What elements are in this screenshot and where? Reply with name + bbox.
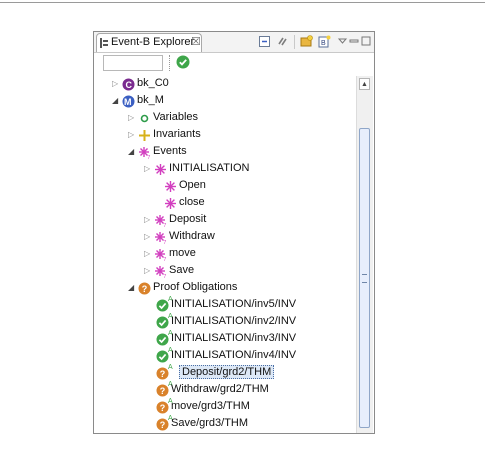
expand-arrow-icon[interactable]: ▷	[128, 113, 134, 122]
svg-text:7: 7	[164, 257, 167, 261]
collapse-arrow-icon[interactable]: ◢	[112, 96, 118, 105]
svg-text:?: ?	[142, 284, 148, 294]
view-titlebar: Event-B Explorer ☒ B	[94, 32, 374, 53]
close-icon[interactable]: ☒	[191, 35, 201, 48]
tree-item-label: Withdraw	[169, 230, 215, 242]
tree-item-label: bk_C0	[137, 77, 169, 89]
event-b-explorer-view: Event-B Explorer ☒ B ▷ C bk_C0 ◢ M bk_M …	[93, 31, 375, 434]
vertical-scrollbar[interactable]: ▲	[356, 76, 373, 433]
svg-text:?: ?	[160, 403, 166, 413]
tree-item-label: Open	[179, 179, 206, 191]
tree-item-label: INITIALISATION/inv3/INV	[171, 332, 297, 344]
tree-item-label: Save	[169, 264, 195, 276]
filter-separator	[169, 55, 170, 71]
scrollbar-grip	[362, 274, 367, 283]
event-icon: 7	[155, 232, 167, 244]
context-icon: C	[122, 78, 135, 91]
check-icon[interactable]	[176, 55, 190, 69]
svg-text:C: C	[126, 80, 133, 90]
expand-arrow-icon[interactable]: ▷	[144, 249, 150, 258]
filter-bar	[94, 53, 374, 74]
expand-arrow-icon[interactable]: ▷	[144, 266, 150, 275]
event-icon	[165, 181, 176, 192]
event-icon	[155, 164, 166, 175]
events-icon: 7	[139, 147, 151, 159]
tree-item-label: Deposit	[169, 213, 207, 225]
event-icon	[165, 198, 176, 209]
collapse-arrow-icon[interactable]: ◢	[128, 283, 134, 292]
tab-event-b-explorer[interactable]: Event-B Explorer ☒	[96, 33, 202, 52]
collapse-all-icon[interactable]	[258, 35, 271, 48]
tree-item-label: Events	[153, 145, 187, 157]
tree-item-label: Variables	[153, 111, 199, 123]
proof-obligations-icon: ?	[138, 282, 151, 295]
filter-input[interactable]	[103, 55, 163, 71]
new-project-icon[interactable]	[300, 35, 313, 48]
expand-arrow-icon[interactable]: ▷	[112, 79, 118, 88]
event-icon: 7	[155, 215, 167, 227]
tree-item-label: Withdraw/grd2/THM	[171, 383, 269, 395]
auto-marker: A	[168, 364, 173, 371]
tree-item-label: bk_M	[137, 94, 164, 106]
event-b-explorer-icon	[100, 38, 108, 48]
scroll-up-icon[interactable]: ▲	[359, 78, 370, 90]
tree-item-label: Proof Obligations	[153, 281, 238, 293]
tree-item-label: Deposit/grd2/THM	[179, 365, 275, 379]
svg-text:7: 7	[148, 155, 151, 159]
tree-item-label: Save/grd3/THM	[171, 417, 249, 429]
tree-item-label: INITIALISATION/inv4/INV	[171, 349, 297, 361]
tree-item-label: INITIALISATION	[169, 162, 250, 174]
expand-arrow-icon[interactable]: ▷	[128, 130, 134, 139]
event-icon: 7	[155, 266, 167, 278]
collapse-arrow-icon[interactable]: ◢	[128, 147, 134, 156]
svg-text:?: ?	[160, 369, 166, 379]
variables-icon	[140, 114, 149, 123]
tree-item-label: INITIALISATION/inv2/INV	[171, 315, 297, 327]
toolbar-separator	[294, 35, 295, 49]
tree-item-label: Invariants	[153, 128, 201, 140]
maximize-icon[interactable]	[360, 35, 373, 48]
link-editor-icon[interactable]	[276, 35, 289, 48]
tree-item-label: move/grd3/THM	[171, 400, 250, 412]
new-component-icon[interactable]: B	[318, 35, 331, 48]
svg-text:7: 7	[164, 240, 167, 244]
event-icon: 7	[155, 249, 167, 261]
machine-icon: M	[122, 95, 135, 108]
top-separator	[0, 2, 485, 3]
tree-item-label: INITIALISATION/inv5/INV	[171, 298, 297, 310]
scrollbar-thumb[interactable]	[359, 128, 370, 428]
expand-arrow-icon[interactable]: ▷	[144, 164, 150, 173]
invariants-icon	[139, 130, 150, 141]
expand-arrow-icon[interactable]: ▷	[144, 232, 150, 241]
svg-text:7: 7	[164, 223, 167, 227]
svg-text:M: M	[124, 97, 132, 107]
svg-text:?: ?	[160, 386, 166, 396]
tree-item-label: move	[169, 247, 196, 259]
svg-text:7: 7	[164, 274, 167, 278]
svg-text:?: ?	[160, 420, 166, 430]
svg-text:B: B	[321, 40, 326, 47]
expand-arrow-icon[interactable]: ▷	[144, 215, 150, 224]
tree-item-label: close	[179, 196, 205, 208]
tab-title: Event-B Explorer	[111, 36, 195, 48]
